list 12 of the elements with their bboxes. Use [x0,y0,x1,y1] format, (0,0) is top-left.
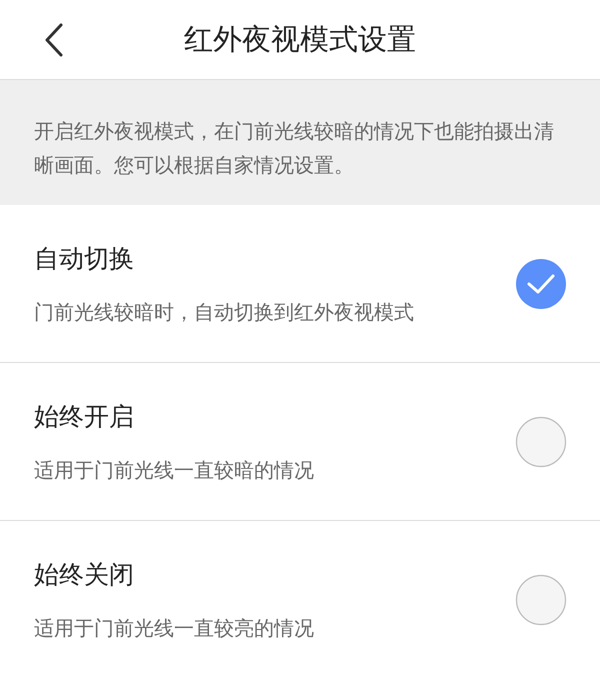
notice-banner: 开启红外夜视模式，在门前光线较暗的情况下也能拍摄出清晰画面。您可以根据自家情况设置。 [0,80,600,205]
option-title: 始终开启 [34,400,135,432]
option-description: 适用于门前光线一直较暗的情况 [34,456,314,484]
radio-icon[interactable] [515,416,567,468]
option-description: 门前光线较暗时，自动切换到红外夜视模式 [34,298,414,326]
checked-radio-icon[interactable] [515,258,567,310]
option-title: 自动切换 [34,242,135,274]
option-description: 适用于门前光线一直较亮的情况 [34,615,314,642]
page-title: 红外夜视模式设置 [184,20,416,58]
radio-icon[interactable] [515,574,567,626]
option-title: 始终关闭 [34,559,135,591]
back-icon[interactable] [44,23,64,57]
